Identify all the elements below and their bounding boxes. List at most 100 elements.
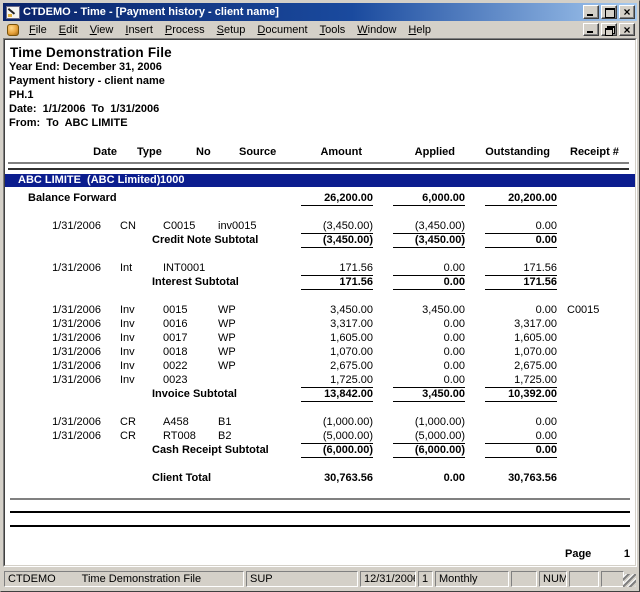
amount-cell: (6,000.00) xyxy=(301,443,373,458)
receipt-cell: C0015 xyxy=(567,303,599,317)
window-title: CTDEMO - Time - [Payment history - clien… xyxy=(23,6,583,18)
table-row-balance: Balance Forward26,200.006,000.0020,200.0… xyxy=(5,191,635,205)
menu-item-edit[interactable]: Edit xyxy=(53,23,84,37)
page-indicator: Page 1 xyxy=(5,548,635,562)
document-close-button[interactable] xyxy=(619,23,635,36)
menu-item-help[interactable]: Help xyxy=(402,23,437,37)
type-cell: Inv xyxy=(120,303,135,317)
status-panel-empty-2 xyxy=(569,571,599,587)
status-date: 12/31/2006 xyxy=(364,573,416,585)
status-bar: CTDEMOTime Demonstration File SUP 12/31/… xyxy=(3,569,637,589)
header-rule-top xyxy=(8,162,629,164)
source-cell: WP xyxy=(218,331,236,345)
type-cell: Inv xyxy=(120,317,135,331)
status-period: 1 xyxy=(422,573,428,585)
column-header-row: Date Type No Source Amount Applied Outst… xyxy=(5,146,635,159)
column-header-amount: Amount xyxy=(290,146,362,159)
date-cell: 1/31/2006 xyxy=(49,429,101,443)
menu-item-file[interactable]: File xyxy=(23,23,53,37)
date-cell: 1/31/2006 xyxy=(49,373,101,387)
report-title: Time Demonstration File xyxy=(10,45,635,60)
footer-rule-black-2 xyxy=(10,525,630,527)
status-user: SUP xyxy=(250,573,273,585)
outstanding-cell: 1,605.00 xyxy=(485,331,557,345)
report-rows: Balance Forward26,200.006,000.0020,200.0… xyxy=(5,191,635,485)
table-row-detail: 1/31/2006CNC0015inv0015(3,450.00)(3,450.… xyxy=(5,219,635,233)
amount-cell: 26,200.00 xyxy=(301,191,373,206)
row-spacer xyxy=(5,457,635,471)
menu-item-tools[interactable]: Tools xyxy=(314,23,352,37)
table-row-subtotal: Cash Receipt Subtotal(6,000.00)(6,000.00… xyxy=(5,443,635,457)
table-row-detail: 1/31/2006Inv0018WP1,070.000.001,070.00 xyxy=(5,345,635,359)
outstanding-cell: 3,317.00 xyxy=(485,317,557,331)
no-cell: 0018 xyxy=(163,345,187,359)
menu-item-window[interactable]: Window xyxy=(351,23,402,37)
date-cell: 1/31/2006 xyxy=(49,345,101,359)
outstanding-cell: 171.56 xyxy=(485,261,557,276)
column-header-source: Source xyxy=(239,146,276,159)
table-row-detail: 1/31/2006Inv0015WP3,450.003,450.000.00C0… xyxy=(5,303,635,317)
applied-cell: 3,450.00 xyxy=(393,387,465,402)
date-cell: 1/31/2006 xyxy=(49,331,101,345)
type-cell: Int xyxy=(120,261,132,275)
maximize-button[interactable] xyxy=(601,5,617,19)
minimize-button[interactable] xyxy=(583,5,599,19)
outstanding-cell: 0.00 xyxy=(485,443,557,458)
source-cell: B1 xyxy=(218,415,231,429)
date-cell: 1/31/2006 xyxy=(49,415,101,429)
outstanding-cell: 0.00 xyxy=(485,429,557,444)
menu-item-setup[interactable]: Setup xyxy=(211,23,252,37)
title-bar[interactable]: CTDEMO - Time - [Payment history - clien… xyxy=(3,3,637,21)
status-frequency: Monthly xyxy=(439,573,478,585)
row-label: Invoice Subtotal xyxy=(152,387,237,401)
row-spacer xyxy=(5,247,635,261)
page-number: 1 xyxy=(610,548,630,560)
date-cell: 1/31/2006 xyxy=(49,303,101,317)
status-panel-main: CTDEMOTime Demonstration File xyxy=(4,571,244,587)
no-cell: 0016 xyxy=(163,317,187,331)
row-label: Balance Forward xyxy=(28,191,117,205)
source-cell: WP xyxy=(218,359,236,373)
amount-cell: 30,763.56 xyxy=(301,471,373,485)
source-cell: inv0015 xyxy=(218,219,257,233)
resize-grip[interactable] xyxy=(623,574,636,587)
menu-item-view[interactable]: View xyxy=(84,23,120,37)
applied-cell: 0.00 xyxy=(393,359,465,373)
header-rule-bottom xyxy=(8,168,629,170)
column-header-outstanding: Outstanding xyxy=(478,146,550,159)
applied-cell: (3,450.00) xyxy=(393,233,465,248)
no-cell: INT0001 xyxy=(163,261,205,275)
menu-item-process[interactable]: Process xyxy=(159,23,211,37)
document-icon[interactable] xyxy=(7,24,19,36)
row-label: Cash Receipt Subtotal xyxy=(152,443,269,457)
type-cell: Inv xyxy=(120,373,135,387)
amount-cell: (3,450.00) xyxy=(301,219,373,234)
amount-cell: 171.56 xyxy=(301,275,373,290)
row-spacer xyxy=(5,205,635,219)
menu-bar: FileEditViewInsertProcessSetupDocumentTo… xyxy=(3,21,637,38)
document-restore-button[interactable] xyxy=(601,23,617,36)
source-cell: WP xyxy=(218,317,236,331)
app-icon[interactable] xyxy=(6,6,20,19)
status-panel-numlock: NUM xyxy=(539,571,567,587)
applied-cell: 0.00 xyxy=(393,331,465,345)
applied-cell: 6,000.00 xyxy=(393,191,465,206)
row-spacer xyxy=(5,289,635,303)
outstanding-cell: 0.00 xyxy=(485,233,557,248)
applied-cell: 0.00 xyxy=(393,317,465,331)
no-cell: 0023 xyxy=(163,373,187,387)
menu-item-document[interactable]: Document xyxy=(251,23,313,37)
no-cell: A458 xyxy=(163,415,189,429)
outstanding-cell: 171.56 xyxy=(485,275,557,290)
source-cell: WP xyxy=(218,345,236,359)
table-row-subtotal: Credit Note Subtotal(3,450.00)(3,450.00)… xyxy=(5,233,635,247)
status-file-name: Time Demonstration File xyxy=(82,573,201,585)
menu-item-insert[interactable]: Insert xyxy=(119,23,159,37)
close-button[interactable] xyxy=(619,5,635,19)
status-panel-empty-1 xyxy=(511,571,537,587)
no-cell: 0022 xyxy=(163,359,187,373)
row-label: Interest Subtotal xyxy=(152,275,239,289)
document-minimize-button[interactable] xyxy=(583,23,599,36)
row-label: Client Total xyxy=(152,471,211,485)
applied-cell: 0.00 xyxy=(393,471,465,485)
